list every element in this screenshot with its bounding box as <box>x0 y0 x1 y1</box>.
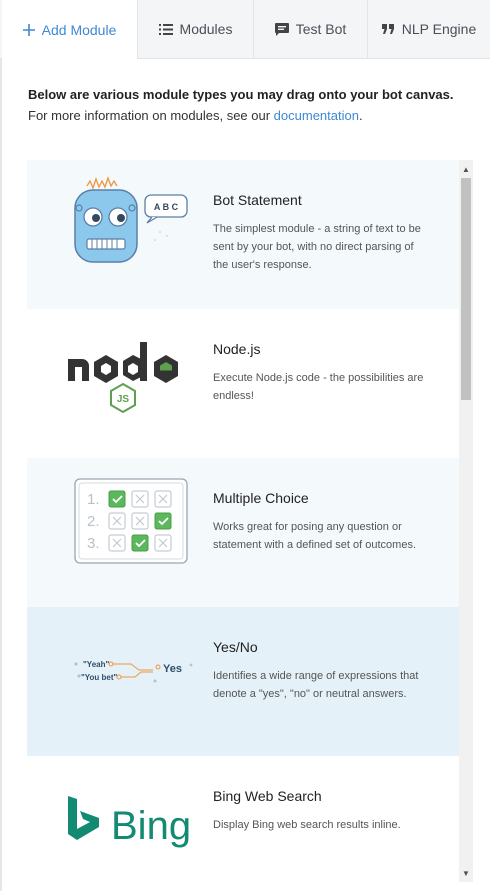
module-card-nodejs[interactable]: JS Node.js Execute Node.js code - the po… <box>27 309 459 458</box>
module-card-bing-web-search[interactable]: Bing Bing Web Search Display Bing web se… <box>27 756 459 882</box>
module-card-bot-statement[interactable]: A B C Bot Statement The simplest module … <box>27 160 459 309</box>
module-list: A B C Bot Statement The simplest module … <box>27 160 459 882</box>
module-title: Yes/No <box>213 639 258 655</box>
intro-body: For more information on modules, see our <box>28 108 274 123</box>
module-title: Node.js <box>213 341 261 357</box>
multiple-choice-illustration: 1. 2. 3. <box>27 458 213 607</box>
tab-nlp-engine[interactable]: NLP Engine <box>368 0 490 58</box>
tab-label: Modules <box>179 21 233 37</box>
chat-icon <box>274 22 289 36</box>
scroll-up-arrow-icon[interactable]: ▲ <box>459 162 473 176</box>
svg-text:1.: 1. <box>87 491 100 508</box>
bot-statement-illustration: A B C <box>27 160 213 309</box>
tab-label: Add Module <box>41 21 117 38</box>
module-card-multiple-choice[interactable]: 1. 2. 3. Multiple Choice Works great for… <box>27 458 459 607</box>
intro-heading: Below are various module types you may d… <box>28 87 454 102</box>
svg-text:"You bet": "You bet" <box>81 673 118 682</box>
tab-test-bot[interactable]: Test Bot <box>254 0 368 58</box>
svg-text:Bing: Bing <box>111 804 191 848</box>
quote-icon <box>381 24 395 34</box>
tab-modules[interactable]: Modules <box>138 0 254 58</box>
list-icon <box>158 23 173 35</box>
robot-icon: A B C <box>74 176 188 263</box>
module-description: Works great for posing any question or s… <box>213 521 417 551</box>
scroll-down-arrow-icon[interactable]: ▼ <box>459 866 473 880</box>
tab-label: NLP Engine <box>401 21 477 37</box>
module-title: Bing Web Search <box>213 788 322 804</box>
yes-no-illustration: "Yeah" "You bet" Yes <box>27 607 213 756</box>
left-border <box>0 0 2 891</box>
tab-label: Test Bot <box>295 21 347 37</box>
svg-text:2.: 2. <box>87 513 100 530</box>
module-description: The simplest module - a string of text t… <box>213 223 421 271</box>
svg-text:"Yeah": "Yeah" <box>83 660 109 669</box>
bing-logo: Bing <box>27 756 213 882</box>
svg-text:3.: 3. <box>87 535 100 552</box>
intro-text: Below are various module types you may d… <box>28 84 468 126</box>
tab-add-module[interactable]: Add Module <box>2 0 138 59</box>
documentation-link[interactable]: documentation <box>274 108 359 123</box>
svg-text:Yes: Yes <box>163 663 182 675</box>
tab-bar: Add Module Modules Test Bot NLP Engine <box>0 0 490 59</box>
intro-line: For more information on modules, see our… <box>28 105 468 126</box>
module-title: Multiple Choice <box>213 490 309 506</box>
intro-period: . <box>358 108 363 123</box>
module-description: Execute Node.js code - the possibilities… <box>213 372 424 402</box>
svg-text:JS: JS <box>117 394 130 405</box>
plus-icon <box>22 23 35 36</box>
scrollbar-thumb[interactable] <box>461 178 471 400</box>
module-card-yes-no[interactable]: "Yeah" "You bet" Yes Yes/No Identifies a… <box>27 607 459 756</box>
module-title: Bot Statement <box>213 192 302 208</box>
module-description: Display Bing web search results inline. <box>213 819 401 831</box>
nodejs-logo: JS <box>27 309 213 458</box>
svg-text:A B C: A B C <box>154 202 179 212</box>
scrollbar[interactable]: ▲ ▼ <box>459 160 473 882</box>
module-description: Identifies a wide range of expressions t… <box>213 670 419 700</box>
